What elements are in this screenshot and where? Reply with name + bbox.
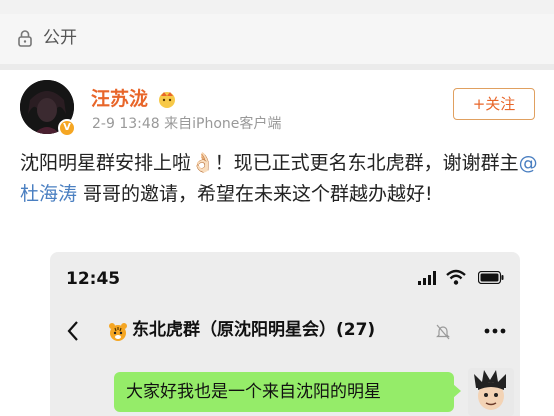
post-text-part1: 沈阳明星群安排上啦👌🏻！现已正式更名东北虎群，谢谢群主 <box>20 152 519 174</box>
more-options-icon[interactable] <box>484 328 506 334</box>
wifi-icon <box>446 269 466 285</box>
top-strip <box>0 0 554 14</box>
post-text-part2: 哥哥的邀请，希望在未来这个群越办越好! <box>77 183 433 205</box>
tiger-emoji-icon <box>109 323 127 341</box>
back-arrow-icon[interactable] <box>66 320 80 342</box>
status-time: 12:45 <box>66 269 121 289</box>
cartoon-avatar-image <box>468 368 514 416</box>
divider <box>0 64 554 70</box>
chat-message-bubble[interactable]: 大家好我也是一个来自沈阳的明星 <box>114 372 454 412</box>
muted-bell-icon <box>436 324 450 340</box>
embedded-chat-screenshot[interactable]: 12:45 东北虎群（原沈阳明星会）(27) 大家好我也是一个来自沈阳的明星 <box>50 252 520 416</box>
lock-icon <box>18 30 32 47</box>
signal-icon <box>418 271 436 285</box>
battery-icon <box>478 271 504 284</box>
crown-emoji-icon <box>159 92 175 108</box>
follow-button[interactable]: +关注 <box>453 88 535 120</box>
post-body: 沈阳明星群安排上啦👌🏻！现已正式更名东北虎群，谢谢群主@杜海涛 哥哥的邀请，希望… <box>20 148 540 210</box>
bubble-tail <box>453 384 461 398</box>
privacy-bar: 公开 <box>0 14 554 64</box>
post-meta: 2-9 13:48 来自iPhone客户端 <box>92 116 282 132</box>
author-name[interactable]: 汪苏泷 <box>91 87 148 111</box>
privacy-label: 公开 <box>43 28 77 48</box>
chat-avatar[interactable] <box>468 368 514 416</box>
verified-badge-icon: V <box>58 119 76 137</box>
chat-group-title: 东北虎群（原沈阳明星会）(27) <box>132 320 376 340</box>
